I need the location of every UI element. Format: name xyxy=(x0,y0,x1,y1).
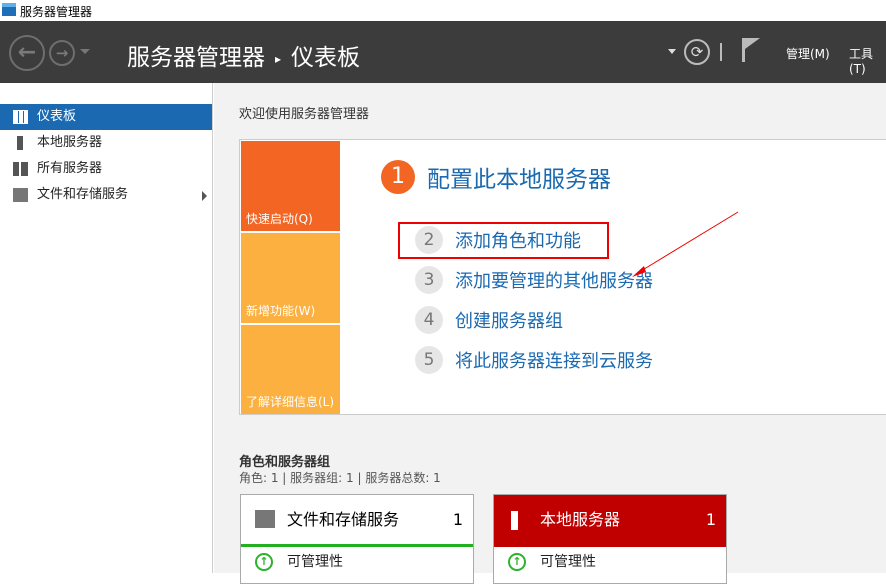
step-number: 4 xyxy=(415,306,443,334)
roles-section-title: 角色和服务器组 xyxy=(239,455,331,470)
sidebar-item-dashboard[interactable]: 仪表板 xyxy=(0,104,212,130)
step-add-servers[interactable]: 3 添加要管理的其他服务器 xyxy=(415,266,653,294)
step-number: 1 xyxy=(381,160,415,194)
step-link[interactable]: 将此服务器连接到云服务 xyxy=(455,347,653,373)
step-link[interactable]: 配置此本地服务器 xyxy=(427,160,611,194)
sidebar-item-label: 本地服务器 xyxy=(37,135,103,150)
notifications-flag-icon[interactable] xyxy=(742,38,760,62)
step-configure-local-server[interactable]: 1 配置此本地服务器 xyxy=(381,160,611,194)
title-bar: 服务器管理器 xyxy=(0,0,886,21)
tile-learn-more[interactable]: 了解详细信息(L) xyxy=(241,325,340,414)
servers-icon xyxy=(13,162,28,176)
menu-tools[interactable]: 工具(T) xyxy=(849,45,886,76)
sidebar-item-local-server[interactable]: 本地服务器 xyxy=(0,130,212,156)
forward-button[interactable]: → xyxy=(49,40,75,66)
file-storage-icon xyxy=(13,188,28,202)
step-create-group[interactable]: 4 创建服务器组 xyxy=(415,306,563,334)
refresh-icon[interactable]: ⟳ xyxy=(684,39,710,65)
file-storage-icon xyxy=(255,510,275,528)
dashboard-main: 欢迎使用服务器管理器 快速启动(Q) 新增功能(W) 了解详细信息(L) 1 配… xyxy=(214,83,886,584)
history-dropdown-icon[interactable] xyxy=(80,49,90,54)
sidebar-item-file-storage[interactable]: 文件和存储服务 xyxy=(0,182,212,208)
roles-summary: 角色: 1 | 服务器组: 1 | 服务器总数: 1 xyxy=(239,471,441,485)
tile-quick-start[interactable]: 快速启动(Q) xyxy=(241,141,340,231)
dropdown-icon[interactable] xyxy=(668,49,676,54)
tile-whats-new[interactable]: 新增功能(W) xyxy=(241,233,340,323)
role-card-file-storage[interactable]: 文件和存储服务 1 ↑ 可管理性 xyxy=(240,494,474,584)
step-number: 5 xyxy=(415,346,443,374)
header-bar: ← → 服务器管理器 ▸ 仪表板 ⟳ 管理(M) 工具(T) xyxy=(0,21,886,83)
role-card-local-server[interactable]: 本地服务器 1 ↑ 可管理性 xyxy=(493,494,727,584)
row-label: 可管理性 xyxy=(540,554,596,570)
breadcrumb-separator: ▸ xyxy=(275,51,282,66)
divider xyxy=(720,43,722,61)
step-number: 3 xyxy=(415,266,443,294)
row-label: 可管理性 xyxy=(287,554,343,570)
welcome-title: 欢迎使用服务器管理器 xyxy=(239,107,370,122)
window-title: 服务器管理器 xyxy=(20,5,93,19)
back-button[interactable]: ← xyxy=(9,35,45,71)
dashboard-grid-icon xyxy=(13,110,28,124)
sidebar-item-all-servers[interactable]: 所有服务器 xyxy=(0,156,212,182)
ok-up-arrow-icon: ↑ xyxy=(255,553,273,571)
server-icon xyxy=(511,511,518,530)
sidebar-item-label: 文件和存储服务 xyxy=(37,187,129,202)
step-connect-cloud[interactable]: 5 将此服务器连接到云服务 xyxy=(415,346,653,374)
card-count: 1 xyxy=(705,510,716,529)
sidebar: 仪表板 本地服务器 所有服务器 文件和存储服务 xyxy=(0,83,213,573)
server-icon xyxy=(17,136,23,150)
step-link[interactable]: 添加要管理的其他服务器 xyxy=(455,267,653,293)
card-count: 1 xyxy=(452,510,463,529)
annotation-arrow-icon xyxy=(632,211,739,277)
chevron-right-icon[interactable] xyxy=(202,191,207,201)
sidebar-item-label: 仪表板 xyxy=(37,109,77,124)
breadcrumb: 服务器管理器 ▸ 仪表板 xyxy=(127,38,360,72)
step-link[interactable]: 创建服务器组 xyxy=(455,307,563,333)
menu-manage[interactable]: 管理(M) xyxy=(786,45,830,62)
card-title: 文件和存储服务 xyxy=(287,510,400,529)
card-title: 本地服务器 xyxy=(540,510,621,529)
quick-start-panel: 快速启动(Q) 新增功能(W) 了解详细信息(L) 1 配置此本地服务器 2 添… xyxy=(239,139,886,415)
breadcrumb-page: 仪表板 xyxy=(291,45,361,71)
sidebar-item-label: 所有服务器 xyxy=(37,161,103,176)
breadcrumb-root[interactable]: 服务器管理器 xyxy=(127,45,265,71)
ok-up-arrow-icon: ↑ xyxy=(508,553,526,571)
highlight-box xyxy=(398,222,609,259)
server-manager-icon xyxy=(2,3,16,16)
